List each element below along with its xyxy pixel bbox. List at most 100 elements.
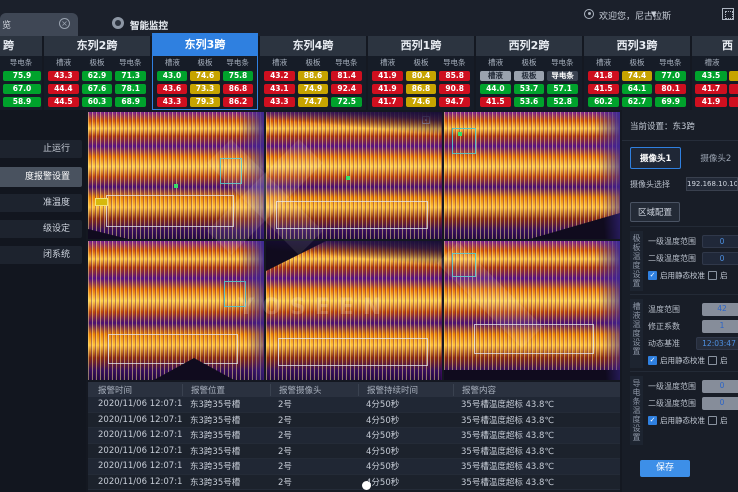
temp-chip: 41.7	[372, 97, 403, 107]
temp-chip: 67.0	[3, 84, 41, 94]
span-title[interactable]: 西列1跨	[368, 36, 474, 56]
field-input[interactable]: 0	[702, 380, 738, 393]
field-input[interactable]: 0	[702, 235, 738, 248]
alarm-row[interactable]: 2020/11/06 12:07:16 东3跨35号槽 2号 4分50秒 35号…	[88, 444, 620, 460]
temp-chip: 41.9	[372, 71, 403, 81]
alarm-row[interactable]: 2020/11/06 12:07:16 东3跨35号槽 2号 4分50秒 35号…	[88, 397, 620, 413]
thermal-image-3[interactable]	[444, 112, 620, 239]
fullscreen-icon[interactable]	[722, 8, 734, 20]
field-label: 动态基准	[648, 338, 680, 349]
temp-chip: 79.3	[190, 97, 220, 107]
static-calibration-checkbox[interactable]: ✓	[648, 416, 657, 425]
alarm-content: 35号槽温度超标 43.8℃	[453, 429, 620, 441]
camera-ip-input[interactable]: 192.168.10.106	[686, 177, 738, 191]
span-title[interactable]: 东列2跨	[44, 36, 150, 56]
sidebar-item-stop-run[interactable]: 止运行	[0, 140, 82, 158]
alarm-camera: 2号	[270, 398, 358, 410]
span-title[interactable]: 东列3跨	[152, 33, 258, 56]
temp-chip: 52.8	[547, 97, 578, 107]
static-calibration-checkbox[interactable]: ✓	[648, 356, 657, 365]
span-column[interactable]: 西列2跨 槽液极板导电条 槽液极板导电条44.053.757.141.553.6…	[476, 36, 582, 110]
temperature-section: 槽液温度设置 温度范围42修正系数1动态基准12:03:47 ✓ 启用静态校准 …	[630, 294, 738, 371]
field-input[interactable]: 42	[702, 303, 738, 316]
alarm-duration: 4分50秒	[358, 445, 453, 457]
measure-point	[458, 132, 462, 136]
alarm-duration: 4分50秒	[358, 414, 453, 426]
sub-header: 极板	[189, 56, 222, 68]
span-title[interactable]: 西列3跨	[584, 36, 690, 56]
region-config-button[interactable]: 区域配置	[630, 202, 680, 222]
browser-tab[interactable]: 览 ×	[0, 13, 78, 36]
tab-camera-1[interactable]: 摄像头1	[630, 147, 681, 169]
span-column[interactable]: 西列1跨 槽液极板导电条 41.980.485.841.986.890.841.…	[368, 36, 474, 110]
camera-logo-mark	[422, 116, 430, 124]
field-input[interactable]: 0	[702, 252, 738, 265]
sub-header: 槽液	[479, 56, 512, 68]
alarm-location: 东3跨35号槽	[182, 460, 270, 472]
alarm-duration: 4分50秒	[358, 429, 453, 441]
close-icon[interactable]: ×	[59, 18, 70, 29]
span-column-partial-left[interactable]: 跨 导电条 75.9 67.0 58.9	[0, 36, 42, 110]
col-header-time: 报警时间	[88, 384, 182, 396]
alarm-time: 2020/11/06 12:07:16	[88, 415, 182, 425]
sidebar-item-alarm-settings[interactable]: 度报警设置	[0, 167, 82, 187]
tab-camera-2[interactable]: 摄像头2	[691, 148, 738, 168]
temp-chip: 44.4	[48, 84, 79, 94]
dynamic-calibration-checkbox[interactable]	[708, 416, 717, 425]
sidebar-item-close-system[interactable]: 闭系统	[0, 246, 82, 264]
temp-chip: 86.8	[223, 84, 253, 94]
field-label: 二级温度范围	[648, 253, 696, 264]
alarm-camera: 2号	[270, 445, 358, 457]
pagination-dot[interactable]	[362, 481, 371, 490]
temp-chip: 53.6	[514, 97, 545, 107]
span-title[interactable]: 东列4跨	[260, 36, 366, 56]
temp-chip: 58.9	[3, 97, 41, 107]
span-title[interactable]: 西列2跨	[476, 36, 582, 56]
alarm-camera: 2号	[270, 429, 358, 441]
field-input[interactable]: 0	[702, 397, 738, 410]
sidebar-item-advanced-settings[interactable]: 级设定	[0, 220, 82, 238]
temperature-section: 导电条温度设置 一级温度范围0二级温度范围0 ✓ 启用静态校准 启	[630, 371, 738, 448]
span-column[interactable]: 东列4跨 槽液极板导电条 43.288.681.443.174.992.443.…	[260, 36, 366, 110]
temp-chip: 41.5	[480, 97, 511, 107]
alarm-row[interactable]: 2020/11/06 12:07:16 东3跨35号槽 2号 4分50秒 35号…	[88, 475, 620, 491]
span-column[interactable]: 东列3跨 槽液极板导电条 43.074.675.843.673.386.843.…	[152, 33, 258, 110]
span-column[interactable]: 西列3跨 槽液极板导电条 41.874.477.041.564.180.160.…	[584, 36, 690, 110]
watermark-text: YOSEEN	[238, 295, 390, 320]
alarm-row[interactable]: 2020/11/06 12:07:16 东3跨35号槽 2号 4分50秒 35号…	[88, 459, 620, 475]
field-label: 二级温度范围	[648, 398, 696, 409]
temp-chip: 75.8	[223, 71, 253, 81]
temp-chip: 60.2	[588, 97, 619, 107]
sub-header: 槽液	[47, 56, 80, 68]
static-calibration-checkbox[interactable]: ✓	[648, 271, 657, 280]
alarm-row[interactable]: 2020/11/06 12:07:16 东3跨35号槽 2号 4分50秒 35号…	[88, 413, 620, 429]
span-column[interactable]: 东列2跨 槽液极板导电条 43.362.971.344.467.678.144.…	[44, 36, 150, 110]
field-input[interactable]: 12:03:47	[696, 337, 738, 350]
sub-header: 槽液	[371, 56, 404, 68]
span-title[interactable]: 西	[692, 36, 738, 56]
col-header-camera: 报警摄像头	[270, 384, 358, 396]
field-input[interactable]: 1	[702, 320, 738, 333]
temp-chip: 41.8	[588, 71, 619, 81]
dynamic-calibration-checkbox[interactable]	[708, 356, 717, 365]
sidebar-item-base-temperature[interactable]: 准温度	[0, 194, 82, 212]
alarm-content: 35号槽温度超标 43.8℃	[453, 398, 620, 410]
alarm-row[interactable]: 2020/11/06 12:07:16 东3跨35号槽 2号 4分50秒 35号…	[88, 428, 620, 444]
alarm-time: 2020/11/06 12:07:16	[88, 430, 182, 440]
save-button[interactable]: 保存	[640, 460, 690, 477]
alarm-time: 2020/11/06 12:07:16	[88, 461, 182, 471]
temp-chip: 77.0	[655, 71, 686, 81]
span-column-partial-right[interactable]: 西 槽液 43.5 41.7 41.9	[692, 36, 738, 110]
alarm-camera: 2号	[270, 414, 358, 426]
temp-chip: 53.7	[514, 84, 545, 94]
temp-chip: 41.5	[588, 84, 619, 94]
temp-chip: 44.0	[480, 84, 511, 94]
dynamic-calibration-checkbox[interactable]	[708, 271, 717, 280]
section-side-label: 槽液温度设置	[630, 299, 643, 368]
browser-tab-label: 览	[2, 18, 11, 31]
chevron-down-icon[interactable]: ▼	[651, 10, 656, 18]
static-calibration-label: 启用静态校准	[660, 355, 705, 366]
sub-header: 槽液	[263, 56, 296, 68]
alarm-duration: 4分50秒	[358, 476, 453, 488]
span-title[interactable]: 跨	[0, 36, 42, 56]
